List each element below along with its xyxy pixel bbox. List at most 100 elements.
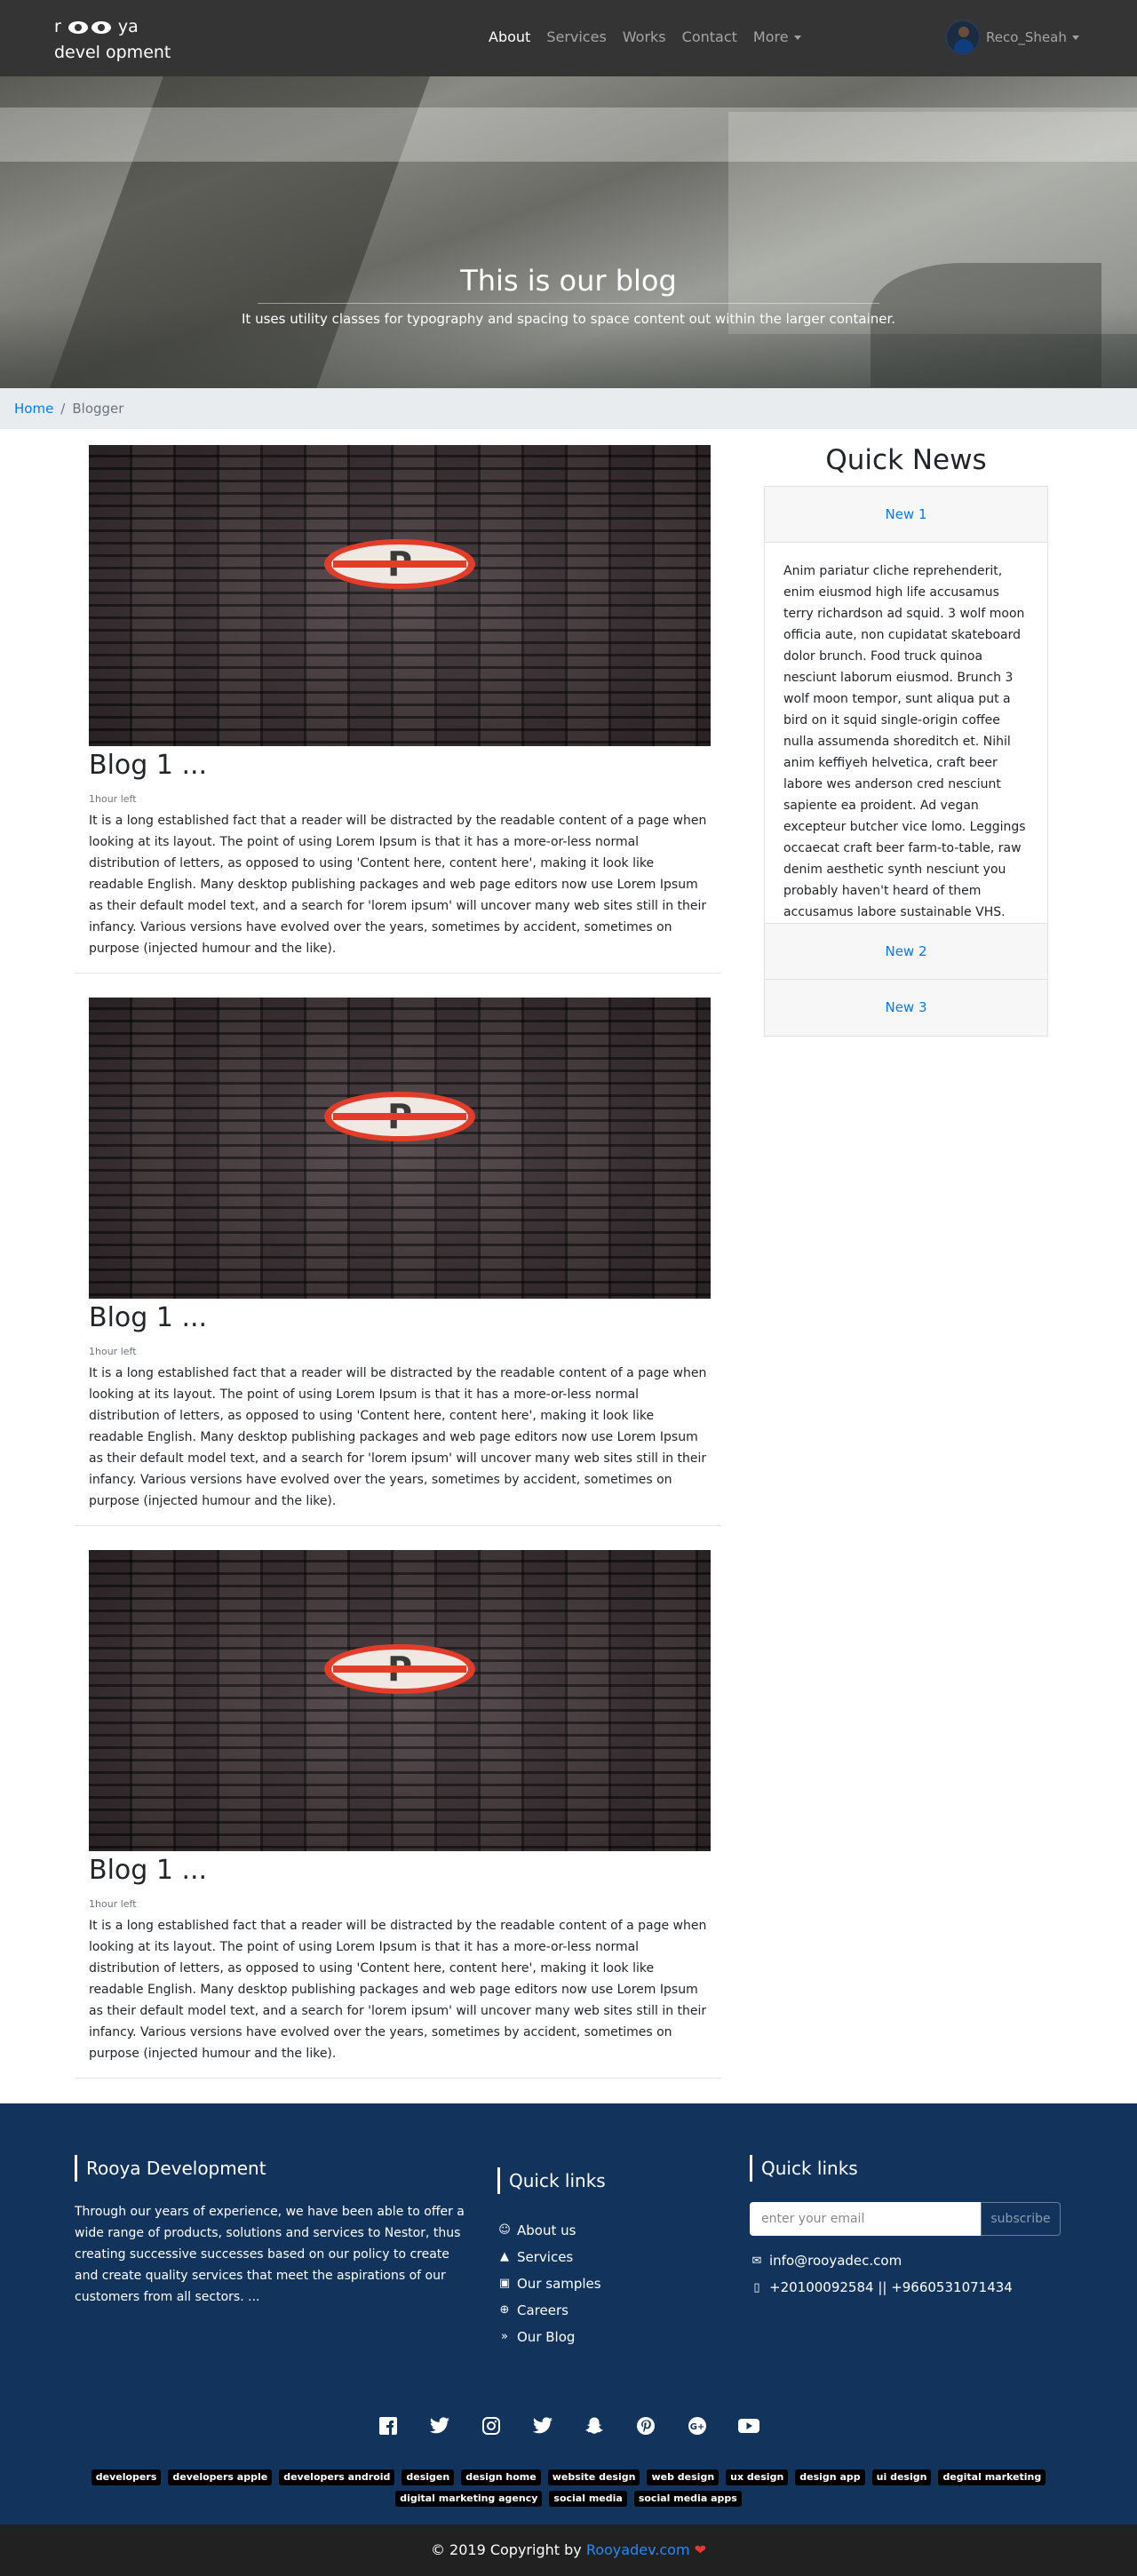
tag[interactable]: design app	[795, 2469, 865, 2485]
tag[interactable]: degital marketing	[938, 2469, 1046, 2485]
google-plus-icon[interactable]: G+	[684, 2413, 711, 2439]
footer-link-label: Careers	[517, 2302, 568, 2318]
post-title[interactable]: Blog 1 ...	[89, 750, 207, 781]
no-parking-sign: P	[324, 539, 475, 589]
breadcrumb-home[interactable]: Home	[14, 401, 53, 417]
tag[interactable]: ui design	[871, 2469, 932, 2485]
quick-news-body: Anim pariatur cliche reprehenderit, enim…	[765, 543, 1047, 924]
hero-divider	[258, 303, 879, 304]
footer-contact-title: Quick links	[750, 2155, 858, 2182]
twitter-icon[interactable]	[426, 2413, 453, 2439]
quick-news-title: Quick News	[825, 444, 987, 476]
post-image[interactable]: P	[89, 445, 711, 746]
quick-news-item-2[interactable]: New 2	[765, 924, 1047, 980]
tag-list: developers developers apple developers a…	[71, 2469, 1066, 2507]
nav-services[interactable]: Services	[538, 28, 614, 45]
no-parking-sign: P	[324, 1644, 475, 1694]
tag[interactable]: design home	[461, 2469, 541, 2485]
brand-letter-r: r	[54, 17, 61, 36]
eyes-icon	[67, 14, 113, 40]
tag[interactable]: web design	[647, 2469, 720, 2485]
footer-email: ✉ info@rooyadec.com	[750, 2253, 902, 2269]
breadcrumb: Home / Blogger	[0, 388, 1137, 429]
footer-phone: ▯ +20100092584 || +9660531071434	[750, 2279, 1012, 2295]
email-input[interactable]: enter your email	[750, 2202, 981, 2236]
tag[interactable]: ux design	[726, 2469, 789, 2485]
footer-link-label: About us	[517, 2222, 576, 2238]
users-icon: ☺	[498, 2223, 511, 2237]
social-links: G+	[0, 2413, 1137, 2439]
footer-link-label: Our samples	[517, 2276, 601, 2292]
footer-link-label: Services	[517, 2249, 574, 2265]
svg-text:G+: G+	[690, 2422, 705, 2432]
hero-title: This is our blog	[460, 264, 677, 298]
facebook-icon[interactable]	[375, 2413, 402, 2439]
breadcrumb-separator: /	[60, 401, 66, 417]
hero-banner: This is our blog It uses utility classes…	[0, 76, 1137, 388]
footer-about-title: Rooya Development	[75, 2155, 266, 2182]
nav-contact[interactable]: Contact	[674, 28, 745, 45]
footer-link-services[interactable]: ▲ Services	[497, 2244, 601, 2270]
quick-news-item-1[interactable]: New 1	[765, 487, 1047, 543]
footer-link-samples[interactable]: ▣ Our samples	[497, 2270, 601, 2297]
brand-logo[interactable]: r ya devel opment	[54, 14, 171, 66]
post-divider	[75, 973, 721, 974]
nav-about[interactable]: About	[481, 28, 538, 45]
user-menu[interactable]: Reco_Sheah	[945, 20, 1079, 55]
tag[interactable]: digital marketing agency	[395, 2491, 543, 2507]
search-plus-icon: ⊕	[499, 2303, 510, 2317]
snapchat-icon[interactable]	[581, 2413, 608, 2439]
no-parking-sign: P	[324, 1092, 475, 1141]
footer-link-about[interactable]: ☺ About us	[497, 2217, 601, 2244]
post-divider	[75, 1525, 721, 1526]
footer-link-label: Our Blog	[517, 2329, 576, 2345]
subscribe-button[interactable]: subscribe	[981, 2202, 1061, 2236]
quick-news-item-3[interactable]: New 3	[765, 980, 1047, 1036]
post-image[interactable]: P	[89, 1550, 711, 1851]
copyright-bar: © 2019 Copyright by Rooyadev.com ❤	[0, 2524, 1137, 2576]
nav-works[interactable]: Works	[615, 28, 674, 45]
post-title[interactable]: Blog 1 ...	[89, 1302, 207, 1333]
tag[interactable]: developers android	[279, 2469, 395, 2485]
post-time: 1hour left	[89, 1346, 137, 1357]
breadcrumb-current: Blogger	[72, 401, 124, 417]
tag[interactable]: website design	[547, 2469, 640, 2485]
brand-subtitle: devel opment	[54, 43, 171, 62]
tag[interactable]: developers apple	[168, 2469, 273, 2485]
mobile-icon: ▯	[753, 2280, 760, 2294]
main-nav: About Services Works Contact More	[481, 28, 809, 45]
hero-band	[0, 107, 1137, 162]
nav-more-label: More	[752, 28, 789, 45]
instagram-icon[interactable]	[478, 2413, 505, 2439]
user-name: Reco_Sheah	[986, 29, 1067, 45]
caret-down-icon	[793, 36, 801, 40]
post-divider	[75, 2078, 721, 2079]
caret-down-icon	[1071, 35, 1079, 40]
tag[interactable]: social media apps	[633, 2491, 742, 2507]
hero-subtitle: It uses utility classes for typography a…	[242, 311, 895, 327]
post-text: It is a long established fact that a rea…	[89, 814, 707, 956]
footer-link-careers[interactable]: ⊕ Careers	[497, 2297, 601, 2324]
footer-links-title: Quick links	[497, 2167, 606, 2194]
post-time: 1hour left	[89, 793, 137, 805]
tag[interactable]: developers	[91, 2469, 162, 2485]
copyright-brand-link[interactable]: Rooyadev.com	[586, 2541, 690, 2558]
nav-more-dropdown[interactable]: More	[745, 28, 809, 45]
youtube-icon[interactable]	[735, 2413, 762, 2439]
quick-news-accordion: New 1 Anim pariatur cliche reprehenderit…	[764, 486, 1048, 1037]
post-text: It is a long established fact that a rea…	[89, 1366, 707, 1508]
tag[interactable]: desigen	[402, 2469, 455, 2485]
tag[interactable]: social media	[549, 2491, 627, 2507]
briefcase-icon: ▣	[498, 2277, 511, 2290]
pinterest-icon[interactable]	[632, 2413, 659, 2439]
brand-letters-ya: ya	[117, 17, 139, 36]
double-chevron-icon: »	[501, 2330, 508, 2343]
twitter-icon[interactable]	[529, 2413, 556, 2439]
footer-link-blog[interactable]: » Our Blog	[497, 2324, 601, 2350]
post-time: 1hour left	[89, 1898, 137, 1910]
copyright-text: © 2019 Copyright by	[430, 2541, 582, 2558]
post-title[interactable]: Blog 1 ...	[89, 1855, 207, 1886]
post-image[interactable]: P	[89, 998, 711, 1299]
footer-email-text: info@rooyadec.com	[769, 2253, 902, 2269]
post-text: It is a long established fact that a rea…	[89, 1919, 707, 2061]
